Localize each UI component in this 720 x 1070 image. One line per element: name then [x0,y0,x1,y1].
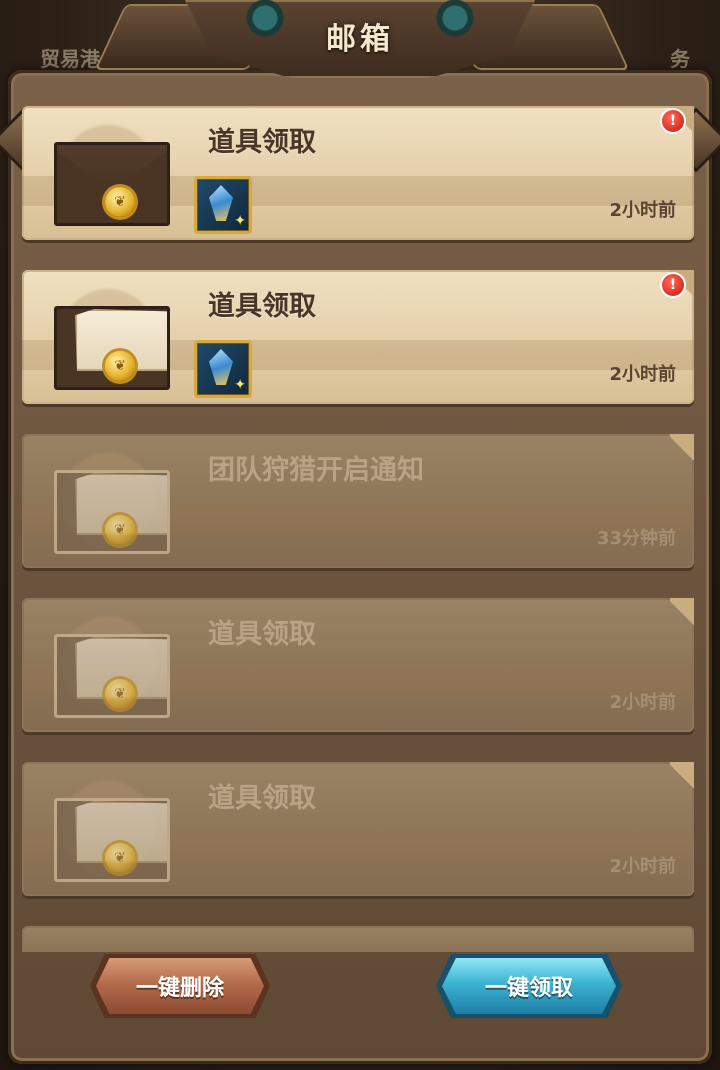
mail-title: 道具领取 [208,291,316,322]
background-tab-task: 务 [670,47,690,71]
mail-item[interactable]: ❦ 团队狩猎开启通知 33分钟前 [22,434,694,568]
unread-alert-icon: ! [660,108,686,134]
claim-all-button[interactable]: 一键领取 [442,958,616,1014]
wax-seal-icon: ❦ [105,843,135,873]
mail-time: 33分钟前 [596,528,676,549]
mail-title: 道具领取 [208,127,316,158]
mail-time: 2小时前 [609,856,676,877]
wax-seal-icon: ❦ [105,515,135,545]
mail-title: 道具领取 [208,783,316,814]
envelope-icon: ❦ [46,444,170,556]
envelope-icon: ❦ [46,608,170,720]
mail-item-partial[interactable] [22,926,694,952]
mail-time: 2小时前 [609,200,676,221]
envelope-icon: ❦ [46,280,170,392]
page-title: 邮箱 [326,22,394,57]
mail-item[interactable]: ❦ 道具领取 2小时前 [22,762,694,896]
mail-item[interactable]: ❦ 道具领取 ✦ 2小时前 ! [22,270,694,404]
mail-list[interactable]: ❦ 道具领取 ✦ 2小时前 ! ❦ 道具领取 ✦ 2小时前 ! ❦ 团队狩猎开启… [22,92,698,952]
envelope-icon: ❦ [46,116,170,228]
background-tab-trade: 贸易港 [40,47,100,71]
wax-seal-icon: ❦ [105,351,135,381]
wax-seal-icon: ❦ [105,187,135,217]
delete-all-button[interactable]: 一键删除 [96,958,264,1014]
crystal-staff-icon[interactable]: ✦ [194,340,252,398]
crystal-staff-icon[interactable]: ✦ [194,176,252,234]
mail-item[interactable]: ❦ 道具领取 ✦ 2小时前 ! [22,106,694,240]
unread-alert-icon: ! [660,272,686,298]
envelope-icon: ❦ [46,772,170,884]
wax-seal-icon: ❦ [105,679,135,709]
mailbox-panel: ❦ 道具领取 ✦ 2小时前 ! ❦ 道具领取 ✦ 2小时前 ! ❦ 团队狩猎开启… [0,70,720,1064]
mail-title: 团队狩猎开启通知 [208,455,424,486]
mail-time: 2小时前 [609,692,676,713]
mail-time: 2小时前 [609,364,676,385]
mail-item[interactable]: ❦ 道具领取 2小时前 [22,598,694,732]
mail-title: 道具领取 [208,619,316,650]
